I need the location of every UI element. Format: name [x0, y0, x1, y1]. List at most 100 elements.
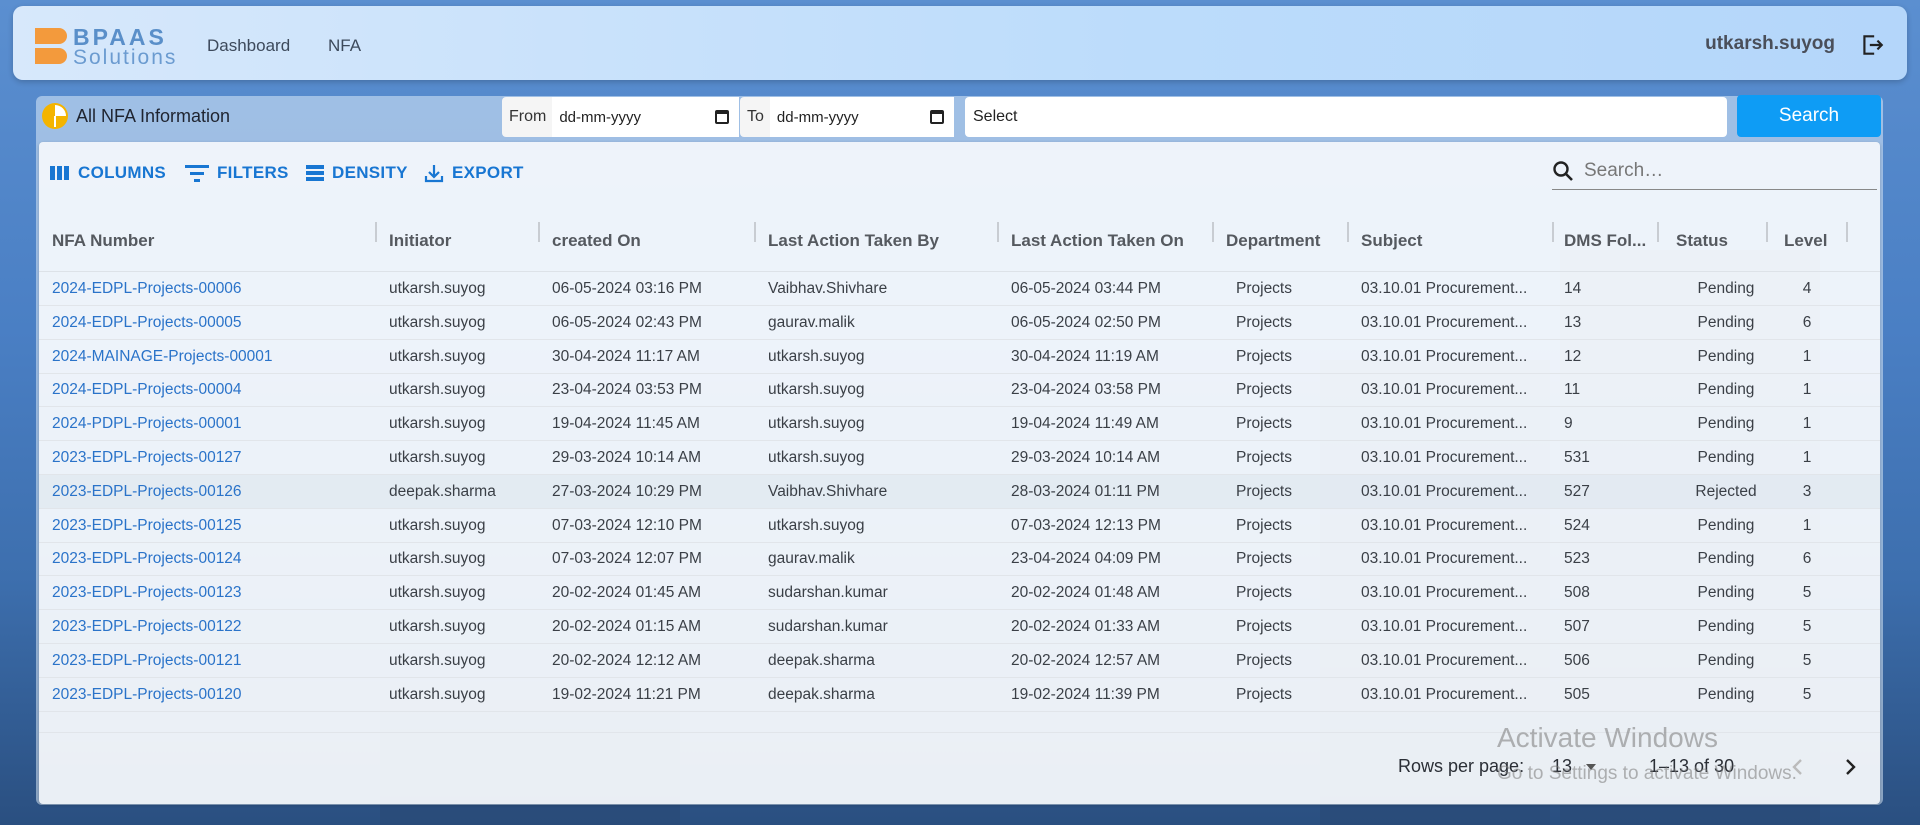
table-row[interactable]: 2023-EDPL-Projects-00122 utkarsh.suyog 20-…: [39, 610, 1880, 644]
cell-nfa-number[interactable]: 2023-EDPL-Projects-00124: [52, 542, 372, 576]
cell-nfa-number[interactable]: 2024-EDPL-Projects-00004: [52, 373, 372, 407]
column-separator[interactable]: [538, 222, 540, 242]
filters-button[interactable]: FILTERS: [185, 163, 289, 183]
cell-dms-folder: 508: [1564, 584, 1590, 602]
cell-nfa-number[interactable]: 2024-EDPL-Projects-00005: [52, 306, 372, 340]
nav-link-dashboard[interactable]: Dashboard: [207, 36, 290, 56]
table-row[interactable]: 2024-EDPL-Projects-00006 utkarsh.suyog 06-…: [39, 272, 1880, 306]
column-separator[interactable]: [1552, 222, 1554, 242]
cell-initiator: utkarsh.suyog: [389, 651, 486, 669]
search-button[interactable]: Search: [1737, 95, 1881, 137]
cell-last-action-by: deepak.sharma: [768, 685, 875, 703]
table-row[interactable]: 2023-EDPL-Projects-00124 utkarsh.suyog 07-…: [39, 542, 1880, 577]
to-date-input[interactable]: dd-mm-yyyy: [769, 97, 954, 137]
table-row[interactable]: 2024-EDPL-Projects-00004 utkarsh.suyog 23-…: [39, 373, 1880, 408]
column-header-subject[interactable]: Subject: [1361, 210, 1422, 272]
cell-dms-folder: 506: [1564, 651, 1590, 669]
cell-subject: 03.10.01 Procurement...: [1361, 685, 1528, 703]
column-header-department[interactable]: Department: [1226, 210, 1320, 272]
nav-link-nfa[interactable]: NFA: [328, 36, 361, 56]
cell-last-action-on: 20-02-2024 12:57 AM: [1011, 651, 1161, 669]
logo-mark-icon: [35, 28, 67, 64]
grid-search-input[interactable]: Search…: [1552, 153, 1877, 190]
brand-subname: Solutions: [73, 46, 178, 69]
cell-created-on: 19-04-2024 11:45 AM: [552, 415, 700, 433]
calendar-icon[interactable]: [930, 110, 944, 124]
to-date-group: To dd-mm-yyyy: [740, 97, 954, 137]
cell-subject: 03.10.01 Procurement...: [1361, 449, 1528, 466]
table-row[interactable]: 2023-EDPL-Projects-00121 utkarsh.suyog 20-…: [39, 644, 1880, 678]
columns-icon: [50, 166, 69, 180]
cell-status: Pending: [1697, 651, 1755, 669]
cell-nfa-number[interactable]: 2023-EDPL-Projects-00122: [52, 610, 372, 644]
column-separator[interactable]: [1212, 222, 1214, 242]
table-row[interactable]: 2024-EDPL-Projects-00005 utkarsh.suyog 06-…: [39, 306, 1880, 340]
cell-initiator: utkarsh.suyog: [389, 313, 486, 331]
activate-windows-watermark: Activate Windows: [1497, 722, 1718, 753]
columns-button[interactable]: COLUMNS: [50, 163, 166, 183]
cell-last-action-on: 07-03-2024 12:13 PM: [1011, 516, 1161, 534]
column-header-initiator[interactable]: Initiator: [389, 210, 451, 272]
column-separator[interactable]: [1347, 222, 1349, 242]
cell-nfa-number[interactable]: 2023-EDPL-Projects-00126: [52, 475, 372, 509]
cell-nfa-number[interactable]: 2023-EDPL-Projects-00120: [52, 678, 372, 712]
column-header-status[interactable]: Status: [1676, 210, 1728, 272]
column-separator[interactable]: [997, 222, 999, 242]
cell-initiator: utkarsh.suyog: [389, 381, 486, 399]
cell-nfa-number[interactable]: 2024-PDPL-Projects-00001: [52, 407, 372, 441]
cell-department: Projects: [1236, 550, 1292, 568]
cell-subject: 03.10.01 Procurement...: [1361, 280, 1528, 297]
column-separator[interactable]: [754, 222, 756, 242]
column-separator[interactable]: [1766, 222, 1768, 242]
table-row[interactable]: 2023-EDPL-Projects-00127 utkarsh.suyog 29-…: [39, 441, 1880, 475]
column-header-last-action-by[interactable]: Last Action Taken By: [768, 210, 939, 272]
department-select[interactable]: Select: [965, 97, 1727, 137]
cell-last-action-on: 28-03-2024 01:11 PM: [1011, 482, 1160, 500]
cell-dms-folder: 507: [1564, 618, 1590, 635]
column-header-level[interactable]: Level: [1784, 210, 1827, 272]
cell-nfa-number[interactable]: 2023-EDPL-Projects-00123: [52, 576, 372, 610]
cell-created-on: 07-03-2024 12:10 PM: [552, 516, 702, 534]
cell-created-on: 23-04-2024 03:53 PM: [552, 381, 702, 399]
cell-nfa-number[interactable]: 2023-EDPL-Projects-00121: [52, 644, 372, 678]
brand-logo[interactable]: BPAAS Solutions: [35, 24, 185, 69]
column-header-nfa-number[interactable]: NFA Number: [52, 210, 154, 272]
density-button[interactable]: DENSITY: [306, 163, 408, 183]
table-row[interactable]: 2023-EDPL-Projects-00120 utkarsh.suyog 19-…: [39, 678, 1880, 712]
table-row[interactable]: 2024-PDPL-Projects-00001 utkarsh.suyog 19-…: [39, 407, 1880, 442]
column-header-dms-folder[interactable]: DMS Fol...: [1564, 210, 1646, 272]
cell-status: Pending: [1697, 449, 1755, 466]
cell-department: Projects: [1236, 685, 1292, 703]
column-separator[interactable]: [375, 222, 377, 242]
cell-initiator: utkarsh.suyog: [389, 550, 486, 568]
column-header-last-action-on[interactable]: Last Action Taken On: [1011, 210, 1184, 272]
calendar-icon[interactable]: [715, 110, 729, 124]
cell-nfa-number[interactable]: 2023-EDPL-Projects-00127: [52, 441, 372, 475]
cell-nfa-number[interactable]: 2023-EDPL-Projects-00125: [52, 509, 372, 543]
cell-status: Pending: [1697, 313, 1755, 331]
download-icon: [424, 165, 444, 183]
cell-status: Pending: [1697, 685, 1755, 703]
column-header-created-on[interactable]: created On: [552, 210, 641, 272]
table-row[interactable]: 2024-MAINAGE-Projects-00001 utkarsh.suyog…: [39, 340, 1880, 374]
from-date-input[interactable]: dd-mm-yyyy: [552, 97, 739, 137]
cell-nfa-number[interactable]: 2024-MAINAGE-Projects-00001: [52, 340, 372, 374]
cell-last-action-on: 20-02-2024 01:33 AM: [1011, 618, 1161, 635]
chevron-right-icon[interactable]: [1842, 757, 1858, 777]
table-row[interactable]: 2023-EDPL-Projects-00125 utkarsh.suyog 07-…: [39, 509, 1880, 543]
export-button[interactable]: EXPORT: [424, 163, 524, 183]
filter-icon: [185, 165, 209, 182]
pie-chart-icon: [42, 103, 68, 129]
cell-subject: 03.10.01 Procurement...: [1361, 415, 1528, 433]
table-row[interactable]: 2023-EDPL-Projects-00126 deepak.sharma 27-…: [39, 474, 1880, 509]
cell-nfa-number[interactable]: 2024-EDPL-Projects-00006: [52, 272, 372, 306]
density-icon: [306, 165, 324, 181]
column-separator[interactable]: [1846, 222, 1848, 242]
cell-dms-folder: 11: [1564, 381, 1581, 399]
column-separator[interactable]: [1657, 222, 1659, 242]
table-row[interactable]: 2023-EDPL-Projects-00123 utkarsh.suyog 20-…: [39, 576, 1880, 611]
logout-icon[interactable]: [1859, 32, 1885, 58]
cell-status: Pending: [1697, 516, 1755, 534]
cell-subject: 03.10.01 Procurement...: [1361, 550, 1528, 568]
cell-initiator: deepak.sharma: [389, 482, 496, 500]
